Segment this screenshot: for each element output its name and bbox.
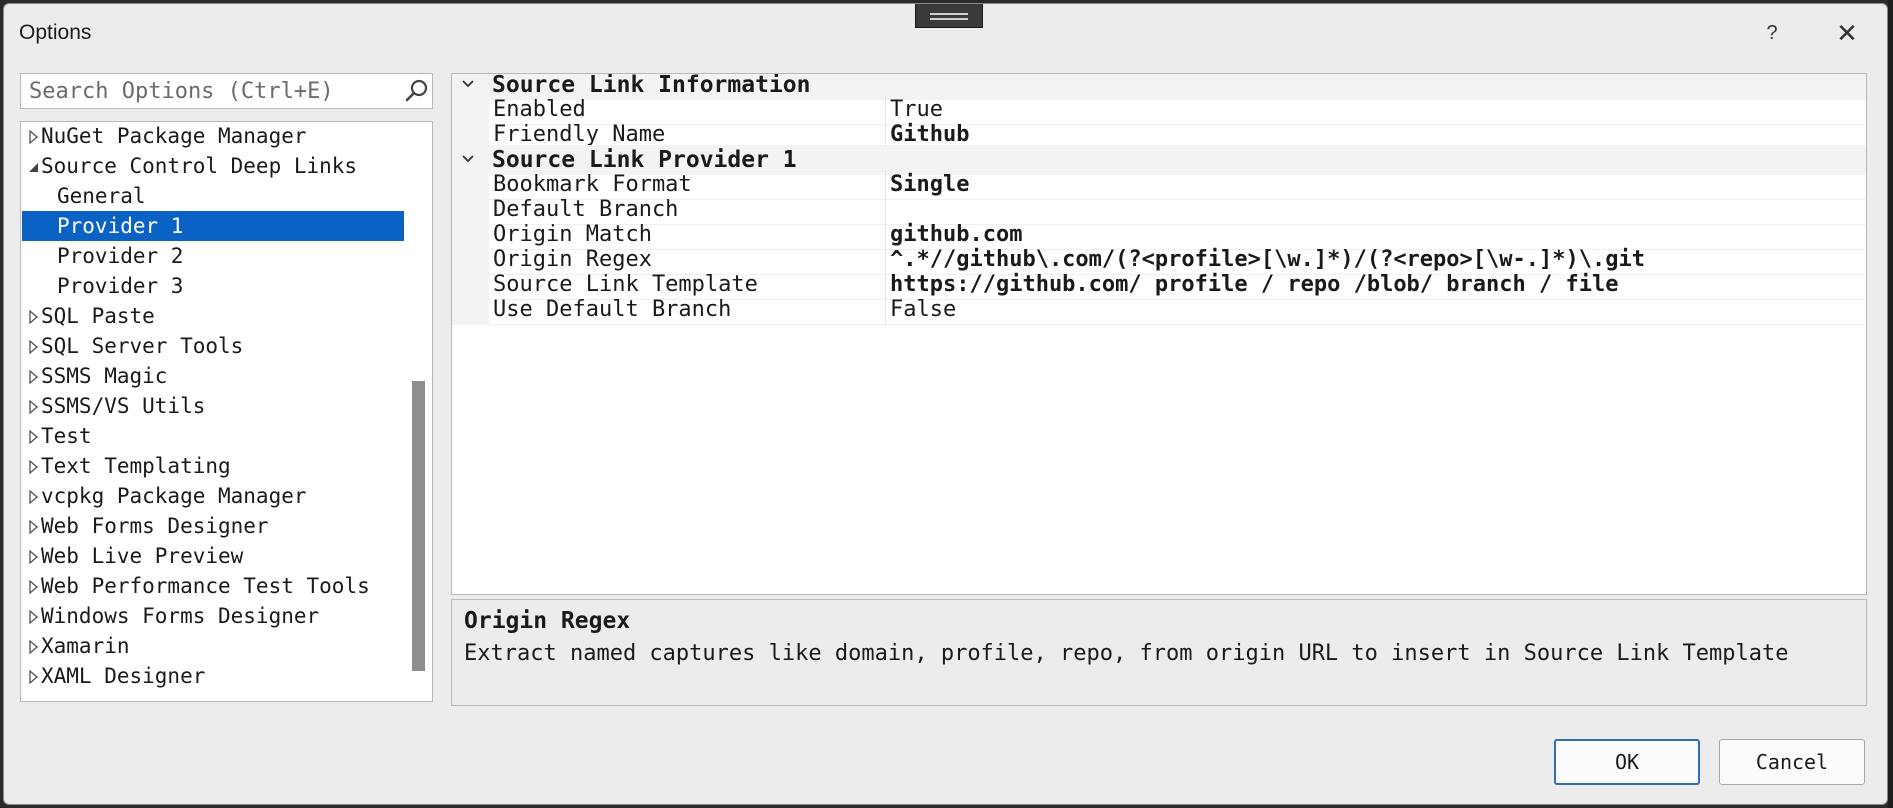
search-input[interactable] [29,74,409,108]
description-pane: Origin Regex Extract named captures like… [451,599,1867,706]
search-box [20,73,433,109]
tree-item-label: Provider 3 [57,274,184,298]
expand-arrow-icon[interactable] [28,400,40,414]
property-name: Use Default Branch [493,297,732,322]
tree-item[interactable]: SQL Paste [22,301,404,331]
tree-scrollbar-thumb[interactable] [412,381,425,671]
help-button[interactable]: ? [1757,18,1787,48]
tree-item[interactable]: Provider 3 [22,271,404,301]
tree-item-label: Source Control Deep Links [41,154,358,178]
tree-item[interactable]: Provider 1 [22,211,404,241]
tree-item-label: Windows Forms Designer [41,604,320,628]
close-button[interactable]: ✕ [1832,18,1862,48]
tree-item[interactable]: XAML Designer [22,661,404,691]
collapse-arrow-icon[interactable] [28,160,40,174]
tree-item-label: Provider 1 [57,214,184,238]
expand-arrow-icon[interactable] [28,640,40,654]
tree-item[interactable]: Web Forms Designer [22,511,404,541]
expand-arrow-icon[interactable] [28,580,40,594]
tree-item-label: SQL Server Tools [41,334,244,358]
tree-item-label: Web Performance Test Tools [41,574,370,598]
tree-item[interactable]: vcpkg Package Manager [22,481,404,511]
tree-item-label: Test [41,424,92,448]
tree-item-label: Xamarin [41,634,130,658]
tree-item[interactable]: Provider 2 [22,241,404,271]
expand-arrow-icon[interactable] [28,430,40,444]
tree-item[interactable]: SSMS/VS Utils [22,391,404,421]
tree-item[interactable]: SQL Server Tools [22,331,404,361]
background-editor-strip [1888,0,1893,808]
tree-item-label: SSMS/VS Utils [41,394,206,418]
tree-item[interactable]: Test [22,421,404,451]
dialog-title: Options [19,21,92,44]
description-text: Extract named captures like domain, prof… [464,641,1789,666]
tree-item-label: Provider 2 [57,244,184,268]
chevron-down-icon[interactable] [460,151,476,167]
expand-arrow-icon[interactable] [28,490,40,504]
search-icon[interactable] [404,78,430,104]
tree-item-label: Web Forms Designer [41,514,269,538]
drag-grip-icon[interactable] [915,4,983,28]
expand-arrow-icon[interactable] [28,370,40,384]
options-tree: NuGet Package Manager Source Control Deep… [20,121,433,702]
tree-item[interactable]: Text Templating [22,451,404,481]
ok-button[interactable]: OK [1554,739,1700,785]
options-dialog: Options ? ✕ NuGet Package Manager Source … [3,3,1888,805]
property-grid: Source Link Information Enabled True Friend… [451,73,1867,595]
tree-item[interactable]: Xamarin [22,631,404,661]
tree-item[interactable]: Source Control Deep Links [22,151,404,181]
tree-item-label: SSMS Magic [41,364,168,388]
column-divider[interactable] [885,295,886,325]
expand-arrow-icon[interactable] [28,670,40,684]
tree-item-label: XAML Designer [41,664,206,688]
tree-item[interactable]: SSMS Magic [22,361,404,391]
tree-item-label: vcpkg Package Manager [41,484,307,508]
tree-item[interactable]: General [22,181,404,211]
tree-item[interactable]: Windows Forms Designer [22,601,404,631]
tree-item-label: SQL Paste [41,304,155,328]
description-title: Origin Regex [464,608,631,634]
expand-arrow-icon[interactable] [28,130,40,144]
expand-arrow-icon[interactable] [28,610,40,624]
expand-arrow-icon[interactable] [28,340,40,354]
tree-item[interactable]: Web Performance Test Tools [22,571,404,601]
tree-item-label: Text Templating [41,454,231,478]
tree-item-label: General [57,184,146,208]
expand-arrow-icon[interactable] [28,550,40,564]
tree-item[interactable]: NuGet Package Manager [22,122,404,151]
property-gutter [452,295,489,325]
expand-arrow-icon[interactable] [28,460,40,474]
expand-arrow-icon[interactable] [28,520,40,534]
cancel-button[interactable]: Cancel [1719,739,1865,785]
tree-item-label: NuGet Package Manager [41,124,307,148]
property-value[interactable]: False [890,295,1860,325]
chevron-down-icon[interactable] [460,76,476,92]
tree-item-label: Web Live Preview [41,544,244,568]
expand-arrow-icon[interactable] [28,310,40,324]
property-row[interactable]: Use Default Branch False [452,295,1866,325]
tree-item[interactable]: Web Live Preview [22,541,404,571]
